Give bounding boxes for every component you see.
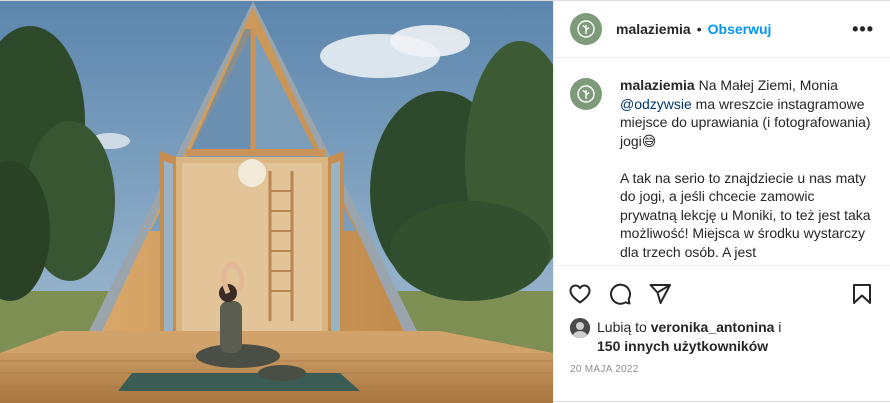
liker-avatar[interactable]	[570, 318, 590, 338]
like-button[interactable]	[568, 282, 594, 308]
action-bar	[554, 274, 890, 316]
caption-username[interactable]: malaziemia	[620, 77, 695, 93]
share-icon	[649, 284, 671, 304]
liker-username[interactable]: veronika_antonina	[651, 319, 775, 335]
bookmark-icon	[853, 284, 871, 304]
likes-suffix: i	[774, 319, 782, 335]
likes-summary: Lubią to veronika_antonina i 150 innych …	[554, 318, 890, 356]
caption-text: malaziemia Na Małej Ziemi, Monia @odzyws…	[620, 76, 874, 265]
caption-avatar[interactable]	[570, 78, 602, 110]
post-header: malaziemia • Obserwuj •••	[554, 1, 890, 58]
post-date[interactable]: 20 MAJA 2022	[554, 364, 890, 375]
share-button[interactable]	[648, 282, 674, 308]
caption-text-pre: Na Małej Ziemi, Monia	[698, 77, 838, 93]
caption-paragraph-1: malaziemia Na Małej Ziemi, Monia @odzyws…	[620, 76, 874, 150]
save-button[interactable]	[850, 282, 876, 308]
user-photo-icon	[570, 318, 590, 338]
likes-prefix: Lubią to	[597, 319, 651, 335]
leaf-logo-icon	[577, 85, 595, 103]
comment-button[interactable]	[608, 282, 634, 308]
leaf-logo-icon	[577, 20, 595, 38]
aframe-yoga-photo	[0, 1, 553, 403]
profile-avatar[interactable]	[570, 13, 602, 45]
likes-text: Lubią to veronika_antonina i 150 innych …	[597, 318, 781, 356]
caption-paragraph-2: A tak na serio to znajdziecie u nas maty…	[620, 169, 871, 260]
caption-section: malaziemia Na Małej Ziemi, Monia @odzyws…	[554, 58, 890, 266]
instagram-post: malaziemia • Obserwuj ••• malaziemia Na …	[0, 0, 890, 403]
post-side-panel: malaziemia • Obserwuj ••• malaziemia Na …	[553, 1, 890, 403]
heart-icon	[569, 284, 591, 304]
mention-link[interactable]: @odzywsie	[620, 96, 692, 112]
likes-count-link[interactable]: 150 innych użytkowników	[597, 338, 768, 354]
post-photo[interactable]	[0, 1, 553, 403]
more-options-icon[interactable]: •••	[852, 20, 874, 38]
separator-dot: •	[696, 21, 702, 37]
username-link[interactable]: malaziemia	[616, 21, 691, 37]
follow-button[interactable]: Obserwuj	[708, 21, 772, 37]
comment-icon	[610, 283, 632, 305]
